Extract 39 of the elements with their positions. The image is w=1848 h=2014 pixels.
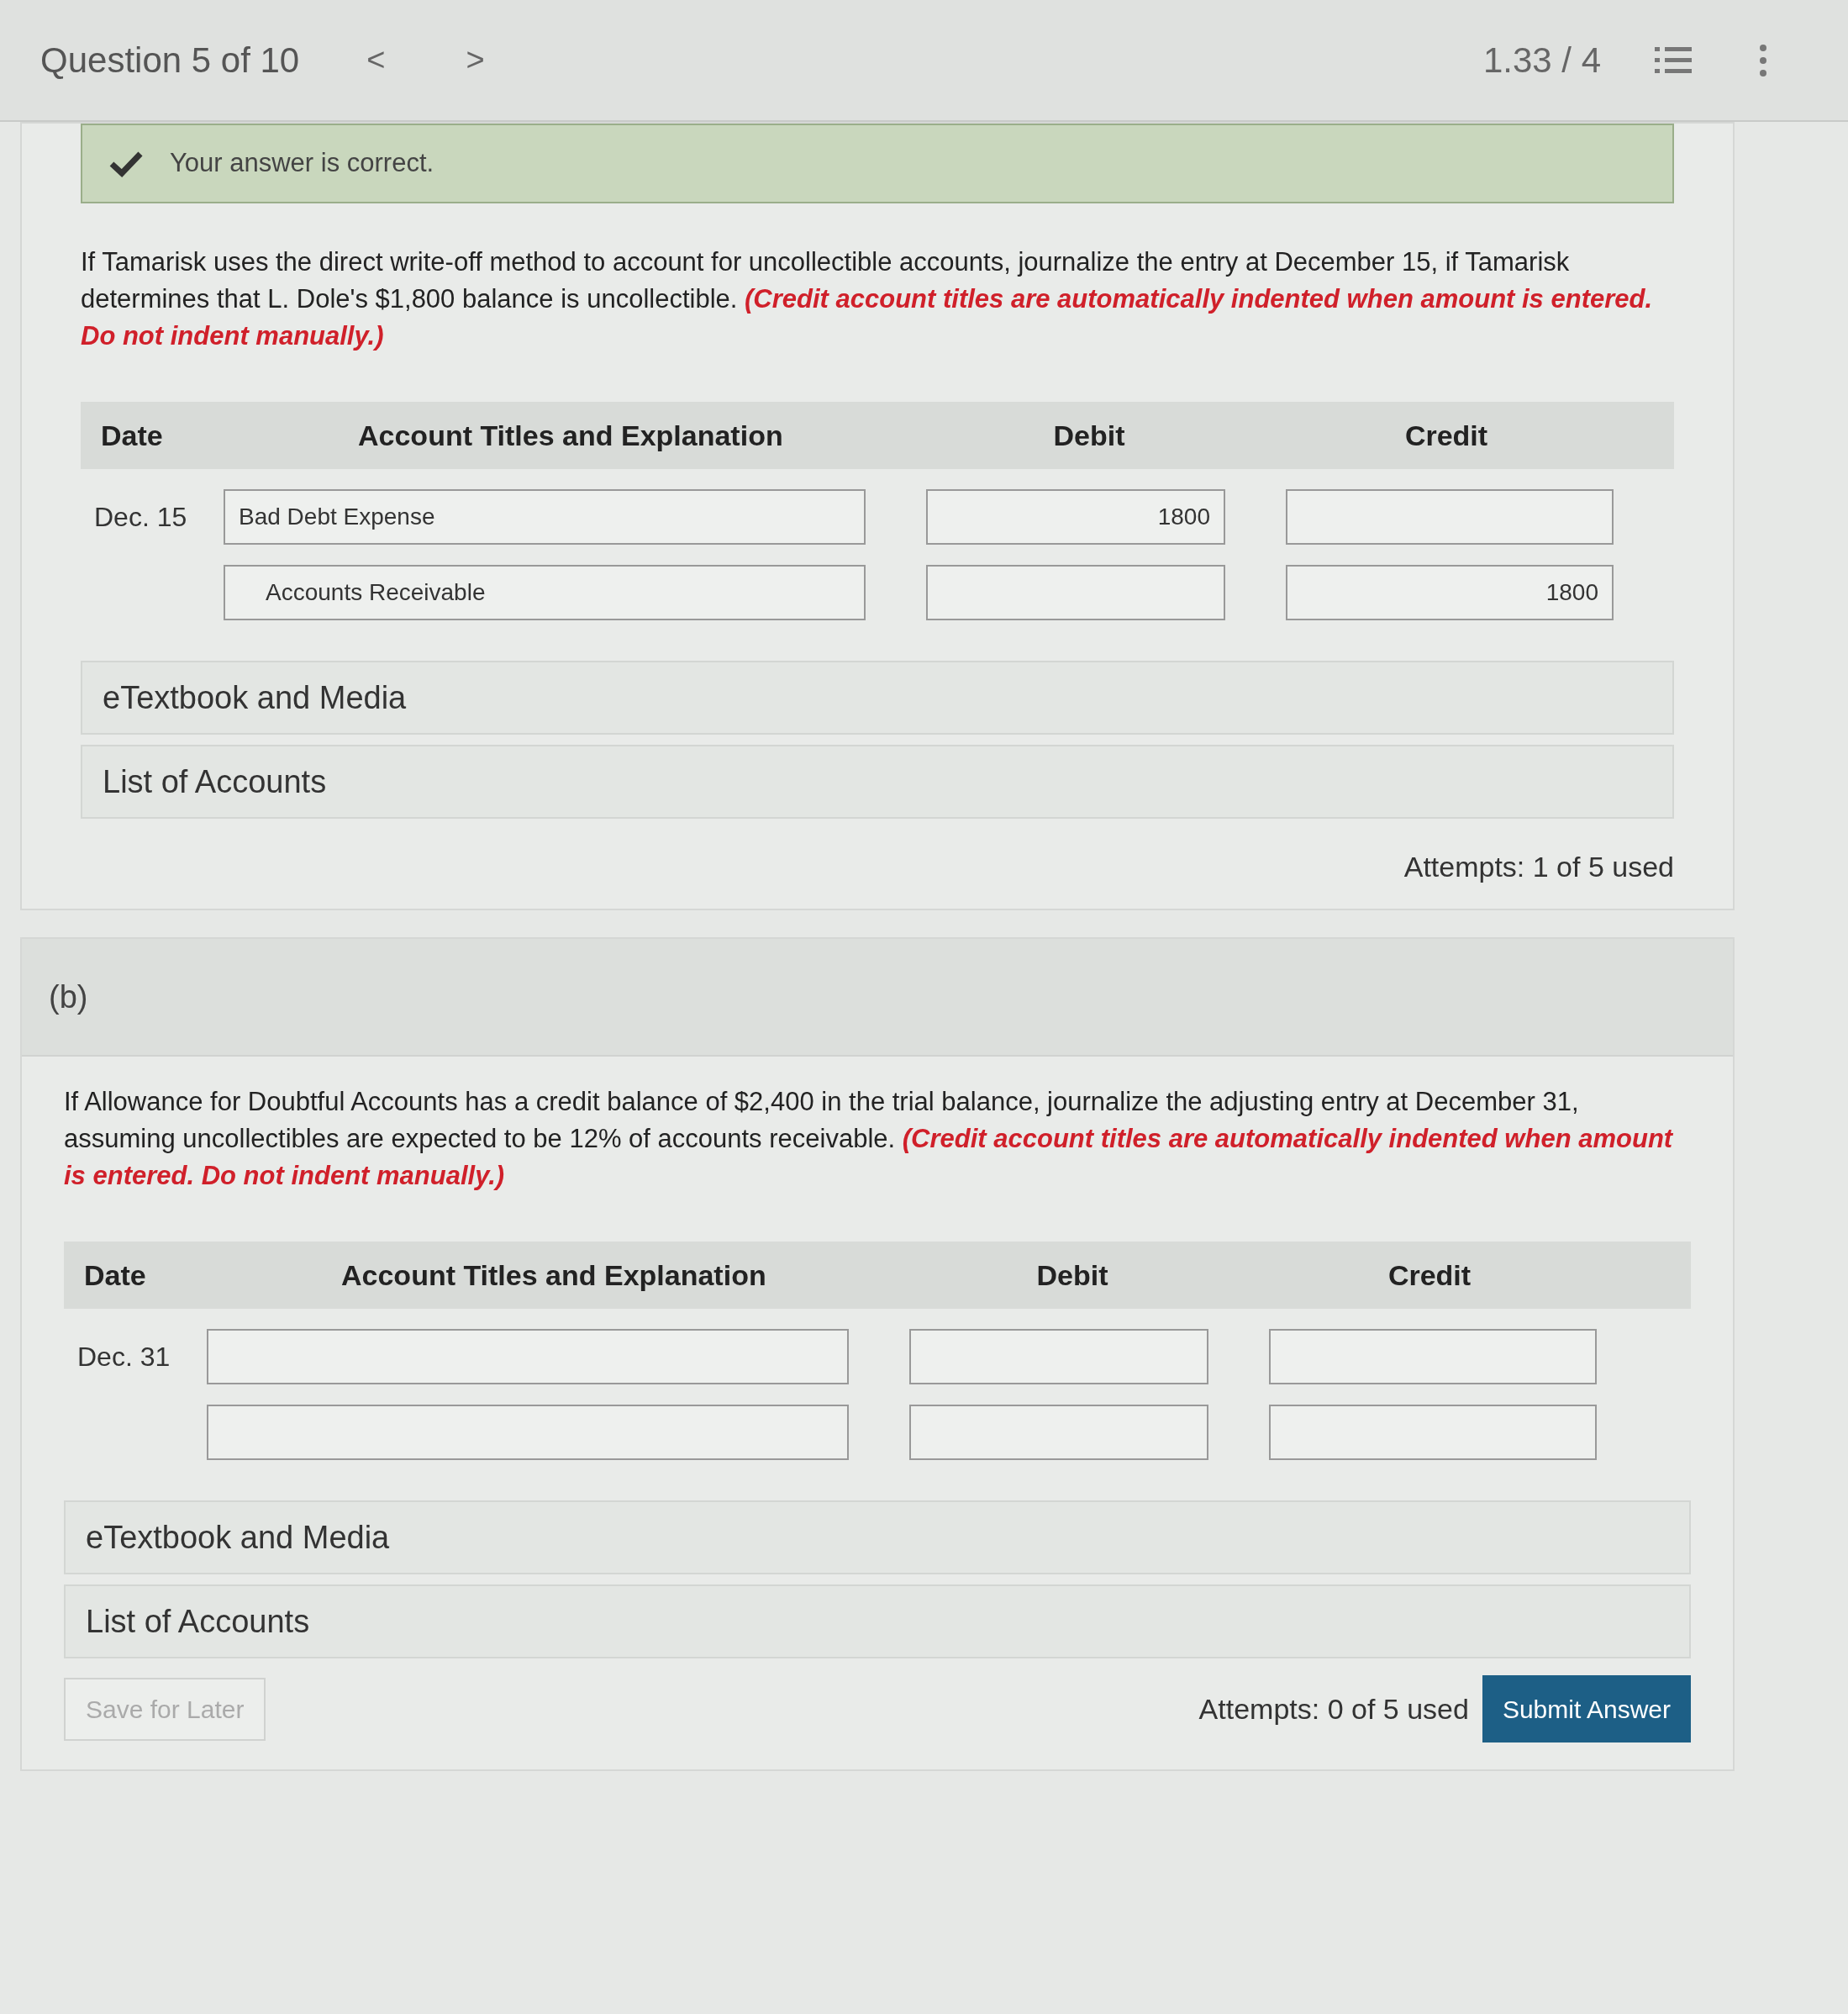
column-header: Account Titles and Explanation bbox=[357, 418, 784, 453]
more-icon[interactable] bbox=[1759, 43, 1767, 77]
score-text: 1.33 / 4 bbox=[1482, 40, 1601, 82]
input-field[interactable] bbox=[909, 1405, 1208, 1460]
input-field[interactable]: 1800 bbox=[1286, 565, 1614, 620]
column-header: Date bbox=[100, 418, 164, 453]
input-field[interactable] bbox=[909, 1329, 1208, 1384]
input-field[interactable] bbox=[207, 1405, 849, 1460]
expandable-link[interactable]: eTextbook and Media bbox=[81, 661, 1674, 735]
input-field[interactable] bbox=[926, 565, 1225, 620]
expandable-link[interactable]: eTextbook and Media bbox=[64, 1500, 1691, 1574]
column-header: Credit bbox=[1387, 1257, 1472, 1293]
check-icon bbox=[109, 150, 143, 177]
input-field[interactable]: Bad Debt Expense bbox=[224, 489, 866, 545]
input-field[interactable] bbox=[1286, 489, 1614, 545]
input-field[interactable]: Accounts Receivable bbox=[224, 565, 866, 620]
previous-button[interactable]: < bbox=[366, 36, 386, 84]
column-header: Date bbox=[83, 1257, 147, 1293]
question-text: If Allowance for Doubtful Accounts has a credit balance of $2,400 in the trial balance, journalize the adjusting entry at December 31, assuming uncollectibles are expected to be 12% of accounts receivable. (Credit account titles are automatically indented when amount is entered. Do not indent manually.) bbox=[64, 1086, 1674, 1192]
column-header: Credit bbox=[1403, 418, 1489, 453]
input-field[interactable] bbox=[1269, 1405, 1597, 1460]
date-cell: Dec. 15 bbox=[94, 502, 187, 532]
column-header: Debit bbox=[1035, 1257, 1109, 1293]
date-cell: Dec. 31 bbox=[77, 1342, 171, 1372]
input-field[interactable] bbox=[207, 1329, 849, 1384]
input-field[interactable]: 1800 bbox=[926, 489, 1225, 545]
question-counter: Question 5 of 10 bbox=[40, 40, 300, 82]
expandable-link[interactable]: List of Accounts bbox=[81, 745, 1674, 819]
input-field[interactable] bbox=[1269, 1329, 1597, 1384]
next-button[interactable]: > bbox=[466, 36, 485, 84]
attempts-text: Attempts: 1 of 5 used bbox=[1403, 850, 1674, 884]
submit-button[interactable]: Submit Answer bbox=[1482, 1675, 1691, 1742]
column-header: Account Titles and Explanation bbox=[340, 1257, 767, 1293]
part-label: (b) bbox=[49, 978, 88, 1016]
column-header: Debit bbox=[1052, 418, 1126, 453]
question-text: If Tamarisk uses the direct write-off method to account for uncollectible accounts, journalize the entry at December 15, if Tamarisk determines that L. Dole's $1,800 balance is uncollectible. (Credit account titles are automatically indented when amount is entered. Do not indent manually.) bbox=[81, 246, 1654, 352]
attempts-text: Attempts: 0 of 5 used bbox=[1198, 1691, 1469, 1727]
expandable-link[interactable]: List of Accounts bbox=[64, 1584, 1691, 1658]
feedback-text: Your answer is correct. bbox=[170, 147, 434, 180]
